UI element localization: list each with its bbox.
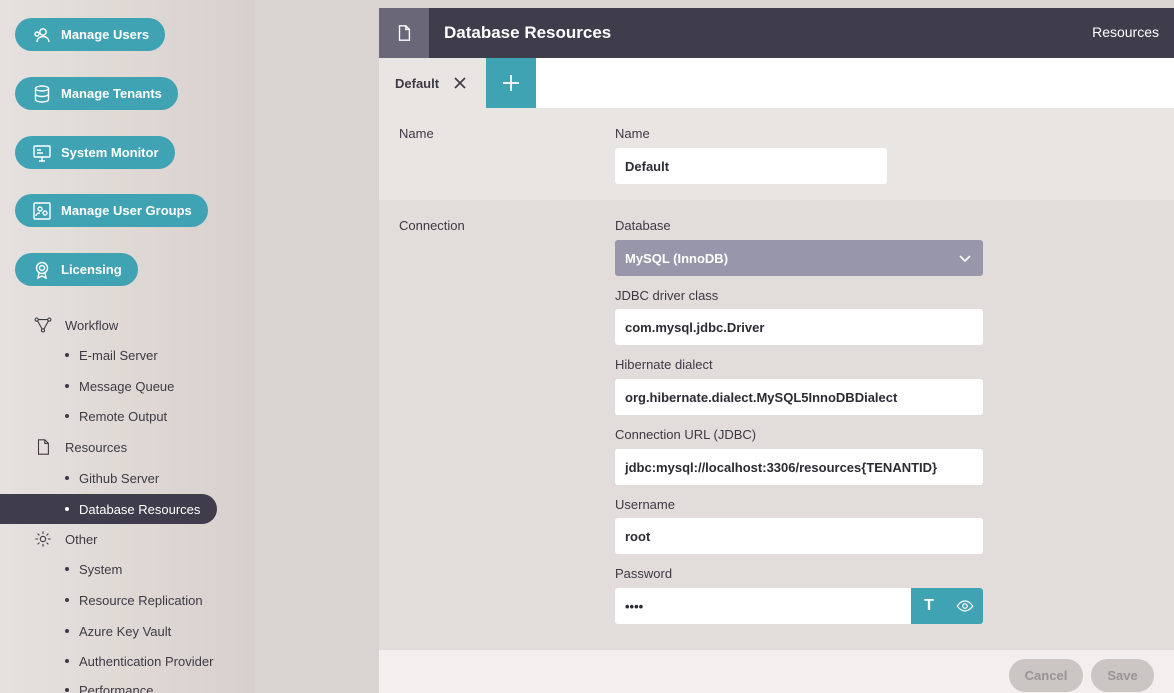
other-label: Other — [65, 531, 98, 547]
sidebar-section-other[interactable]: Other — [33, 529, 98, 549]
add-tab-button[interactable] — [486, 58, 536, 108]
plus-icon — [503, 75, 519, 91]
password-value: •••• — [625, 598, 644, 614]
name-field-label: Name — [615, 126, 650, 141]
sidebar-item-system[interactable]: System — [65, 559, 122, 579]
database-field-label: Database — [615, 218, 671, 233]
manage-user-groups-label: Manage User Groups — [61, 203, 192, 218]
sidebar-section-workflow[interactable]: Workflow — [33, 315, 118, 335]
gear-icon — [33, 529, 53, 549]
sidebar-item-email-server[interactable]: E-mail Server — [65, 345, 158, 365]
sidebar-item-label: E-mail Server — [79, 347, 158, 363]
users-icon — [31, 24, 53, 46]
save-button[interactable]: Save — [1091, 659, 1154, 692]
tab-default[interactable]: Default — [379, 58, 486, 108]
sidebar-item-label: Performance — [79, 682, 154, 693]
sidebar-item-message-queue[interactable]: Message Queue — [65, 376, 174, 396]
manage-users-label: Manage Users — [61, 27, 150, 42]
connection-section: Connection Database MySQL (InnoDB) JDBC … — [379, 200, 1174, 650]
sidebar-section-resources[interactable]: Resources — [33, 437, 127, 457]
sidebar-item-label: Authentication Provider — [79, 653, 214, 669]
sidebar-item-label: Database Resources — [79, 501, 201, 517]
manage-users-button[interactable]: Manage Users — [15, 18, 166, 51]
database-select-value: MySQL (InnoDB) — [625, 250, 729, 266]
database-select[interactable]: MySQL (InnoDB) — [615, 240, 983, 276]
licensing-button[interactable]: Licensing — [15, 253, 138, 286]
tab-label: Default — [395, 75, 440, 91]
sidebar-item-label: Message Queue — [79, 378, 175, 394]
workflow-label: Workflow — [65, 317, 119, 333]
page-title: Database Resources — [444, 23, 612, 42]
dialect-field-label: Hibernate dialect — [615, 357, 713, 372]
sidebar-item-remote-output[interactable]: Remote Output — [65, 406, 167, 426]
tab-bar: Default — [379, 58, 1174, 108]
password-field-label: Password — [615, 566, 673, 581]
sidebar-item-label: Github Server — [79, 470, 160, 486]
sidebar-item-azure-key-vault[interactable]: Azure Key Vault — [65, 621, 171, 641]
monitor-icon — [31, 142, 53, 164]
name-section: Name Name Default — [379, 108, 1174, 200]
jdbc-field-label: JDBC driver class — [615, 288, 719, 303]
sidebar: Manage Users Manage Tenants System Monit… — [0, 0, 255, 693]
form-footer: Cancel Save — [379, 650, 1174, 693]
manage-user-groups-button[interactable]: Manage User Groups — [15, 194, 208, 227]
sidebar-item-database-resources[interactable]: Database Resources — [0, 494, 217, 524]
cancel-button[interactable]: Cancel — [1009, 659, 1083, 692]
text-toggle-button[interactable]: T — [911, 588, 947, 624]
sidebar-item-performance[interactable]: Performance — [65, 680, 153, 693]
sidebar-item-github-server[interactable]: Github Server — [65, 468, 159, 488]
close-icon[interactable] — [451, 74, 469, 92]
main-panel: Database Resources Resources Default Nam… — [379, 8, 1174, 693]
user-groups-icon — [31, 200, 53, 222]
system-monitor-button[interactable]: System Monitor — [15, 136, 175, 169]
password-input[interactable]: •••• T — [615, 588, 983, 624]
manage-tenants-label: Manage Tenants — [61, 86, 162, 101]
connection-url-input[interactable]: jdbc:mysql://localhost:3306/resources{TE… — [615, 449, 983, 485]
hibernate-dialect-input[interactable]: org.hibernate.dialect.MySQL5InnoDBDialec… — [615, 379, 983, 415]
workflow-icon — [33, 315, 53, 335]
url-field-label: Connection URL (JDBC) — [615, 427, 757, 442]
system-monitor-label: System Monitor — [61, 145, 159, 160]
name-section-label: Name — [399, 126, 434, 141]
name-input[interactable]: Default — [615, 148, 887, 184]
resources-label: Resources — [65, 439, 128, 455]
sidebar-item-authentication-provider[interactable]: Authentication Provider — [65, 651, 213, 671]
eye-icon — [956, 600, 974, 612]
show-password-button[interactable] — [947, 588, 983, 624]
breadcrumb[interactable]: Resources — [1092, 24, 1159, 40]
username-field-label: Username — [615, 497, 675, 512]
license-badge-icon — [31, 259, 53, 281]
licensing-label: Licensing — [61, 262, 122, 277]
chevron-down-icon — [959, 255, 971, 263]
username-input[interactable]: root — [615, 518, 983, 554]
sidebar-item-label: Resource Replication — [79, 592, 203, 608]
text-format-icon: T — [924, 597, 934, 614]
manage-tenants-button[interactable]: Manage Tenants — [15, 77, 178, 110]
document-icon — [379, 8, 429, 58]
header-bar: Database Resources Resources — [379, 8, 1174, 58]
sidebar-item-label: Azure Key Vault — [79, 623, 172, 639]
sidebar-item-resource-replication[interactable]: Resource Replication — [65, 590, 203, 610]
jdbc-driver-input[interactable]: com.mysql.jdbc.Driver — [615, 309, 983, 345]
document-icon — [33, 437, 53, 457]
sidebar-item-label: Remote Output — [79, 408, 168, 424]
database-icon — [31, 83, 53, 105]
sidebar-item-label: System — [79, 561, 123, 577]
connection-section-label: Connection — [399, 218, 465, 233]
